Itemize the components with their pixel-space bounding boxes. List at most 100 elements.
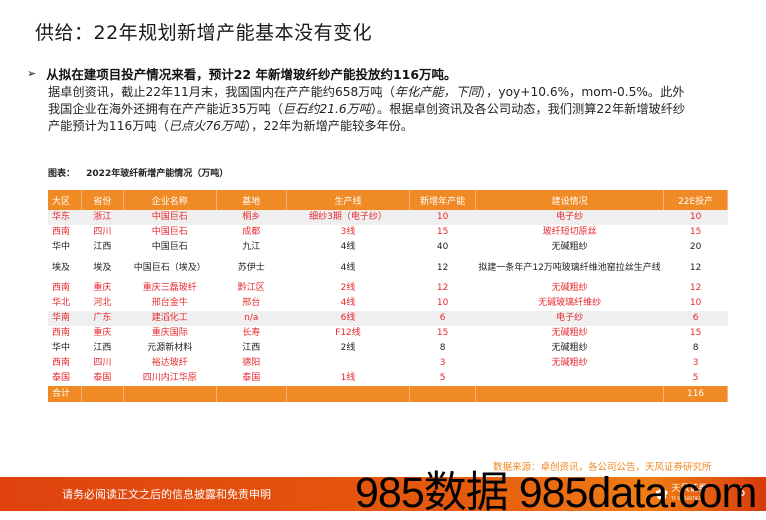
table-row: 西南 重庆 重庆国际 长寿 F12线 15 无碱粗纱 15: [48, 326, 728, 341]
cell-base: 德阳: [242, 358, 261, 368]
table-row: 西南 四川 中国巨石 成都 3线 15 玻纤短切原丝 15: [48, 225, 728, 240]
cell-22e-output: 20: [689, 242, 702, 252]
table-total-row: 合计 116: [48, 386, 728, 402]
cell-company: 中国巨石: [123, 210, 217, 225]
header-22e-output: 22E投产: [663, 190, 728, 210]
body-italic-3: 已点火76万吨: [168, 119, 246, 133]
cell-base: 苏伊士: [237, 262, 265, 273]
table-row: 华东 浙江 中国巨石 桐乡 细纱3期（电子纱） 10 电子纱 10: [48, 210, 728, 225]
cell-construction-status: 电子纱: [475, 210, 664, 225]
cell-construction-status: 无碱玻璃纤维纱: [538, 298, 602, 308]
cell-new-capacity: 10: [409, 210, 476, 225]
cell-province: 河北: [93, 298, 112, 308]
cell-production-line: [286, 356, 409, 371]
cell-22e-output: 15: [689, 328, 702, 338]
disclaimer-text: 请务必阅读正文之后的信息披露和免责申明: [62, 488, 271, 501]
cell-22e-output: 12: [689, 262, 702, 273]
cell-region: 华东: [48, 210, 82, 225]
cell-region: 华南: [48, 311, 82, 326]
cell-production-line: 4线: [340, 298, 356, 308]
table-row: 埃及 埃及 中国巨石（埃及） 苏伊士 4线 12 拟建一条年产12万吨玻璃纤维池窑拉丝生产线…: [48, 255, 728, 281]
total-value: 116: [663, 386, 728, 402]
header-construction-status: 建设情况: [475, 190, 665, 210]
cell-new-capacity: 15: [436, 227, 449, 237]
figure-title: 2022年玻纤新增产能情况（万吨）: [86, 169, 229, 179]
cell-region: 西南: [52, 227, 71, 237]
body-italic-2: 巨石约21.6万吨: [282, 102, 371, 116]
cell-construction-status: 无碱粗纱: [551, 358, 588, 368]
cell-base: 泰国: [242, 373, 261, 383]
cell-production-line: 4线: [340, 262, 356, 273]
cell-company: 中国巨石: [151, 227, 188, 237]
cell-22e-output: 8: [692, 343, 699, 353]
cell-22e-output: 6: [663, 311, 728, 326]
capacity-table: 大区 省份 企业名称 基地 生产线 新增年产能 建设情况 22E投产 华东 浙江中…: [48, 190, 728, 402]
cell-production-line: 2线: [340, 283, 356, 293]
cell-province: 重庆: [93, 328, 112, 338]
cell-region: 西南: [52, 358, 71, 368]
cell-construction-status: 无碱粗纱: [551, 283, 588, 293]
cell-base: 桐乡: [216, 210, 287, 225]
cell-construction-status: 无碱粗纱: [551, 242, 588, 252]
body-italic-1: 年化产能，下同: [394, 85, 481, 99]
cell-province: 广东: [81, 311, 124, 326]
cell-new-capacity: 12: [436, 262, 449, 273]
cell-22e-output: 12: [689, 283, 702, 293]
cell-22e-output: 10: [663, 210, 728, 225]
header-new-capacity: 新增年产能: [409, 190, 476, 210]
cell-region: 华中: [52, 343, 71, 353]
table-row: 华北 河北 邢台金牛 邢台 4线 10 无碱玻璃纤维纱 10: [48, 296, 728, 311]
cell-22e-output: 10: [689, 298, 702, 308]
cell-construction-status: 拟建一条年产12万吨玻璃纤维池窑拉丝生产线: [478, 262, 661, 273]
cell-new-capacity: 6: [409, 311, 476, 326]
cell-production-line: 细纱3期（电子纱）: [286, 210, 410, 225]
table-row: 泰国 泰国 四川内江华原 泰国 1线 5 5: [48, 371, 728, 386]
cell-22e-output: 15: [689, 227, 702, 237]
cell-region: 泰国: [52, 373, 71, 383]
table-row: 华中 江西 中国巨石 九江 4线 40 无碱粗纱 20: [48, 240, 728, 255]
cell-production-line: 1线: [340, 373, 356, 383]
cell-province: 江西: [93, 343, 112, 353]
header-province: 省份: [81, 190, 124, 210]
cell-construction-status: 无碱粗纱: [551, 328, 588, 338]
cell-company: 裕达玻纤: [151, 358, 188, 368]
cell-region: 华中: [52, 242, 71, 252]
cell-company: 邢台金牛: [151, 298, 188, 308]
page-title: 供给：22年规划新增产能基本没有变化: [35, 22, 373, 44]
table-header-row: 大区 省份 企业名称 基地 生产线 新增年产能 建设情况 22E投产: [48, 190, 728, 210]
cell-production-line: F12线: [335, 328, 361, 338]
cell-22e-output: 5: [692, 373, 699, 383]
cell-construction-status: [476, 371, 664, 386]
table-row: 华南 广东 建滔化工 n/a 6线 6 电子纱 6: [48, 311, 728, 326]
body-paragraph: 据卓创资讯，截止22年11月末，我国国内在产产能约658万吨（年化产能，下同 ），…: [48, 84, 688, 135]
cell-company: 中国巨石: [151, 242, 188, 252]
cell-construction-status: 玻纤短切原丝: [542, 227, 597, 237]
cell-province: 浙江: [81, 210, 124, 225]
figure-caption: 图表： 2022年玻纤新增产能情况（万吨）: [48, 166, 228, 179]
header-company: 企业名称: [123, 190, 217, 210]
cell-production-line: 2线: [340, 343, 356, 353]
cell-company: 建滔化工: [123, 311, 217, 326]
cell-province: 江西: [93, 242, 112, 252]
cell-province: 重庆: [93, 283, 112, 293]
key-point: ➢ 从拟在建项目投产情况来看，预计22 年新增玻纤纱产能投放约116万吨。: [27, 64, 457, 83]
cell-company: 中国巨石（埃及）: [133, 262, 206, 273]
cell-new-capacity: 15: [436, 328, 449, 338]
cell-production-line: 4线: [340, 242, 356, 252]
cell-province: 四川: [93, 358, 112, 368]
cell-construction-status: 电子纱: [475, 311, 664, 326]
figure-label: 图表：: [48, 169, 76, 179]
cell-base: 成都: [242, 227, 261, 237]
cell-region: 西南: [52, 283, 71, 293]
table-row: 华中 江西 元源新材料 江西 2线 8 无碱粗纱 8: [48, 341, 728, 356]
cell-production-line: 3线: [340, 227, 356, 237]
cell-base: n/a: [216, 311, 287, 326]
key-point-text: 从拟在建项目投产情况来看，预计22 年新增玻纤纱产能投放约116万吨。: [46, 67, 457, 82]
cell-new-capacity: 3: [439, 358, 446, 368]
cell-base: 黔江区: [237, 283, 265, 293]
cell-company: 四川内江华原: [142, 373, 197, 383]
header-production-line: 生产线: [286, 190, 411, 210]
cell-new-capacity: 12: [436, 283, 449, 293]
cell-region: 西南: [52, 328, 71, 338]
table-row: 西南 四川 裕达玻纤 德阳 3 无碱粗纱 3: [48, 356, 728, 371]
